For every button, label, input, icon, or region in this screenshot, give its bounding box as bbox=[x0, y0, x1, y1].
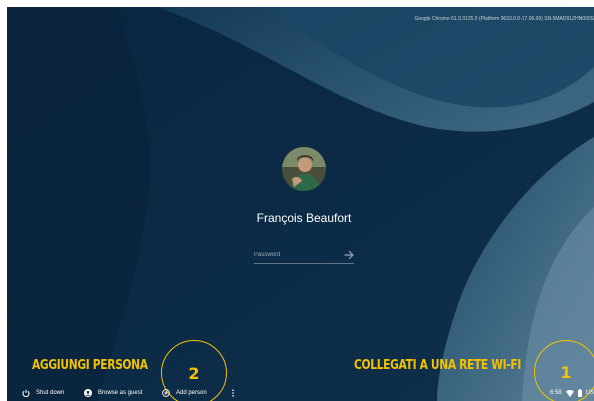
shutdown-button[interactable]: Shut down bbox=[22, 385, 64, 401]
shutdown-label: Shut down bbox=[36, 390, 65, 396]
more-options-button[interactable] bbox=[231, 385, 241, 401]
user-photo-icon bbox=[282, 147, 326, 191]
clock: 6:58 bbox=[549, 390, 562, 396]
wifi-caption: COLLEGATI A UNA RETE WI-FI bbox=[354, 358, 521, 373]
arrow-right-icon[interactable] bbox=[343, 249, 355, 261]
user-name: François Beaufort bbox=[256, 211, 352, 225]
status-tray[interactable]: 6:58 US bbox=[546, 385, 594, 401]
more-vertical-icon bbox=[232, 389, 234, 397]
add-person-label: Add person bbox=[176, 390, 207, 396]
battery-icon bbox=[577, 389, 582, 397]
locale-indicator: US bbox=[585, 390, 594, 396]
shelf: Shut down Browse as guest Add person 6:5… bbox=[7, 385, 594, 401]
login-screen: Google Chrome 61.0.3125.0 (Platform 9633… bbox=[7, 7, 594, 401]
wallpaper bbox=[7, 7, 594, 401]
guest-icon bbox=[84, 389, 92, 397]
password-input[interactable] bbox=[254, 247, 354, 264]
browse-as-guest-label: Browse as guest bbox=[98, 390, 143, 396]
browse-as-guest-button[interactable]: Browse as guest bbox=[84, 385, 142, 401]
user-avatar[interactable] bbox=[282, 147, 326, 191]
add-person-button[interactable]: Add person bbox=[162, 385, 207, 401]
wifi-icon bbox=[565, 389, 574, 397]
add-person-caption: AGGIUNGI PERSONA bbox=[32, 358, 148, 373]
power-icon bbox=[22, 389, 30, 397]
add-person-icon bbox=[162, 389, 170, 397]
version-info: Google Chrome 61.0.3125.0 (Platform 9633… bbox=[414, 16, 594, 22]
